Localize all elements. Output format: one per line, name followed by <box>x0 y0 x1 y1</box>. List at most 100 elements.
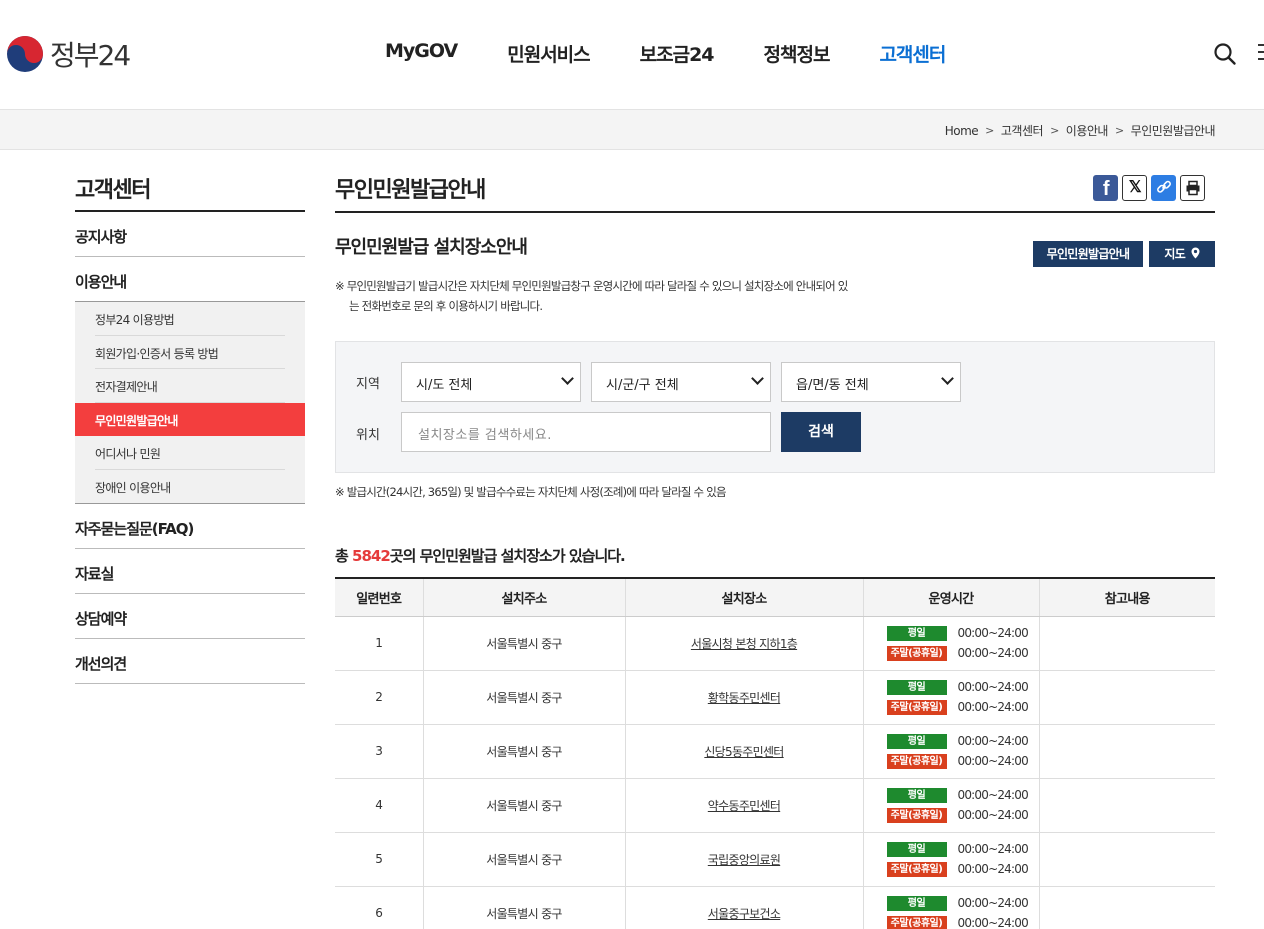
sidebar-item-notice[interactable]: 공지사항 <box>75 212 305 257</box>
place-link[interactable]: 신당5동주민센터 <box>704 745 784 759</box>
cell-note <box>1038 724 1215 779</box>
cell-serial: 1 <box>335 616 423 671</box>
region-label: 지역 <box>356 377 380 392</box>
table-row: 3 서울특별시 중구 신당5동주민센터 평일 00:00~24:00 주말(공휴일) 00:… <box>335 724 1215 779</box>
weekday-badge: 평일 <box>886 625 947 641</box>
cell-note <box>1038 616 1215 671</box>
location-search-input[interactable]: 설치장소를 검색하세요. <box>401 412 771 452</box>
result-count-prefix: 총 <box>335 547 353 565</box>
nav-mygov[interactable]: MyGOV <box>385 40 458 67</box>
breadcrumb-customer-center[interactable]: 고객센터 <box>1001 122 1044 139</box>
place-link[interactable]: 황학동주민센터 <box>708 691 781 705</box>
search-panel: 지역 시/도 전체 시/군/구 전체 읍/면/동 전체 위치 설치장소를 검색하… <box>335 341 1215 473</box>
sidebar-item-usage-guide[interactable]: 이용안내 <box>75 257 305 302</box>
chevron-down-icon <box>751 372 764 385</box>
nav-policy-info[interactable]: 정책정보 <box>764 40 831 67</box>
nav-subsidy24[interactable]: 보조금24 <box>640 40 715 67</box>
place-link[interactable]: 국립중앙의료원 <box>708 853 781 867</box>
print-icon[interactable] <box>1180 175 1205 201</box>
breadcrumb-home[interactable]: Home <box>945 124 979 138</box>
cell-place: 서울중구보건소 <box>624 886 863 929</box>
cell-hours: 평일 00:00~24:00 주말(공휴일) 00:00~24:00 <box>862 886 1039 929</box>
chevron-right-icon: > <box>1050 124 1059 137</box>
chevron-right-icon: > <box>985 124 994 137</box>
sidebar-menu: 공지사항 이용안내 정부24 이용방법 회원가입·인증서 등록 방법 전자결제안… <box>75 212 305 684</box>
weekend-hours: 00:00~24:00 <box>957 862 1029 876</box>
weekday-badge: 평일 <box>886 679 947 695</box>
weekend-badge: 주말(공휴일) <box>886 861 947 877</box>
logo[interactable]: 정부24 <box>6 34 131 74</box>
col-address: 설치주소 <box>422 577 625 617</box>
breadcrumb-bar: Home > 고객센터 > 이용안내 > 무인민원발급안내 <box>0 110 1264 150</box>
cell-note <box>1038 778 1215 833</box>
sidebar: 고객센터 공지사항 이용안내 정부24 이용방법 회원가입·인증서 등록 방법 … <box>75 150 305 684</box>
weekend-hours: 00:00~24:00 <box>957 916 1029 929</box>
sidebar-item-consult[interactable]: 상담예약 <box>75 594 305 639</box>
sigungu-select[interactable]: 시/군/구 전체 <box>591 362 771 402</box>
nav-civil-service[interactable]: 민원서비스 <box>507 40 590 67</box>
breadcrumb-usage-guide[interactable]: 이용안내 <box>1066 122 1109 139</box>
facebook-icon[interactable]: f <box>1093 175 1118 201</box>
weekend-hours: 00:00~24:00 <box>957 754 1029 768</box>
sidebar-item-archive[interactable]: 자료실 <box>75 549 305 594</box>
sidebar-subitem-accessibility[interactable]: 장애인 이용안내 <box>75 470 305 504</box>
cell-serial: 5 <box>335 832 423 887</box>
sidebar-item-faq[interactable]: 자주묻는질문(FAQ) <box>75 504 305 549</box>
col-serial: 일련번호 <box>335 577 423 617</box>
breadcrumb: Home > 고객센터 > 이용안내 > 무인민원발급안내 <box>945 122 1216 139</box>
cell-address: 서울특별시 중구 <box>422 670 625 725</box>
sidebar-subitem-how-to-use[interactable]: 정부24 이용방법 <box>75 302 305 336</box>
place-link[interactable]: 서울시청 본청 지하1층 <box>691 637 798 651</box>
place-link[interactable]: 서울중구보건소 <box>708 907 781 921</box>
cell-note <box>1038 832 1215 887</box>
cell-place: 신당5동주민센터 <box>624 724 863 779</box>
search-icon[interactable] <box>1213 42 1237 66</box>
weekend-badge: 주말(공휴일) <box>886 645 947 661</box>
weekend-badge: 주말(공휴일) <box>886 699 947 715</box>
weekday-hours: 00:00~24:00 <box>957 626 1029 640</box>
sidebar-subitem-anywhere[interactable]: 어디서나 민원 <box>75 436 305 470</box>
cell-place: 서울시청 본청 지하1층 <box>624 616 863 671</box>
place-link[interactable]: 약수동주민센터 <box>708 799 781 813</box>
table-row: 2 서울특별시 중구 황학동주민센터 평일 00:00~24:00 주말(공휴일) 00:0… <box>335 670 1215 725</box>
page-title: 무인민원발급안내 <box>335 178 486 203</box>
breadcrumb-current: 무인민원발급안내 <box>1130 124 1216 138</box>
search-button[interactable]: 검색 <box>781 412 861 452</box>
site-header: 정부24 MyGOV 민원서비스 보조금24 정책정보 고객센터 <box>0 0 1264 110</box>
cell-note <box>1038 670 1215 725</box>
link-icon[interactable] <box>1151 175 1176 201</box>
kiosk-guide-button[interactable]: 무인민원발급안내 <box>1033 241 1143 267</box>
weekday-badge: 평일 <box>886 787 947 803</box>
sidebar-subitem-signup-cert[interactable]: 회원가입·인증서 등록 방법 <box>75 336 305 370</box>
weekend-badge: 주말(공휴일) <box>886 807 947 823</box>
chevron-down-icon <box>941 372 954 385</box>
map-button[interactable]: 지도 <box>1149 241 1215 267</box>
x-twitter-icon[interactable]: 𝕏 <box>1122 175 1147 201</box>
sido-select[interactable]: 시/도 전체 <box>401 362 581 402</box>
table-row: 4 서울특별시 중구 약수동주민센터 평일 00:00~24:00 주말(공휴일) 00:0… <box>335 778 1215 833</box>
weekday-badge: 평일 <box>886 895 947 911</box>
weekend-hours: 00:00~24:00 <box>957 646 1029 660</box>
sidebar-item-feedback[interactable]: 개선의견 <box>75 639 305 684</box>
weekday-hours: 00:00~24:00 <box>957 896 1029 910</box>
cell-place: 황학동주민센터 <box>624 670 863 725</box>
nav-customer-center[interactable]: 고객센터 <box>879 40 946 67</box>
weekend-badge: 주말(공휴일) <box>886 915 947 929</box>
sidebar-subitem-kiosk[interactable]: 무인민원발급안내 <box>75 402 305 436</box>
map-button-label: 지도 <box>1164 247 1186 261</box>
sido-select-value: 시/도 전체 <box>416 378 473 393</box>
weekend-badge: 주말(공휴일) <box>886 753 947 769</box>
sidebar-title: 고객센터 <box>75 150 305 212</box>
sidebar-subitem-payment[interactable]: 전자결제안내 <box>75 369 305 403</box>
map-pin-icon <box>1191 247 1200 259</box>
table-header-row: 일련번호 설치주소 설치장소 운영시간 참고내용 <box>335 577 1215 617</box>
eupmyeondong-select[interactable]: 읍/면/동 전체 <box>781 362 961 402</box>
kiosk-table: 일련번호 설치주소 설치장소 운영시간 참고내용 1 서울특별시 중구 서울시청 본… <box>335 577 1215 929</box>
result-count-suffix: 곳의 무인민원발급 설치장소가 있습니다. <box>389 547 626 565</box>
weekend-hours: 00:00~24:00 <box>957 808 1029 822</box>
sigungu-select-value: 시/군/구 전체 <box>606 378 679 393</box>
menu-icon[interactable] <box>1258 44 1264 64</box>
fee-notice: ※ 발급시간(24시간, 365일) 및 발급수수료는 자치단체 사정(조례)에… <box>335 485 727 499</box>
result-count-number: 5842 <box>352 547 391 565</box>
logo-text: 정부24 <box>50 39 131 72</box>
